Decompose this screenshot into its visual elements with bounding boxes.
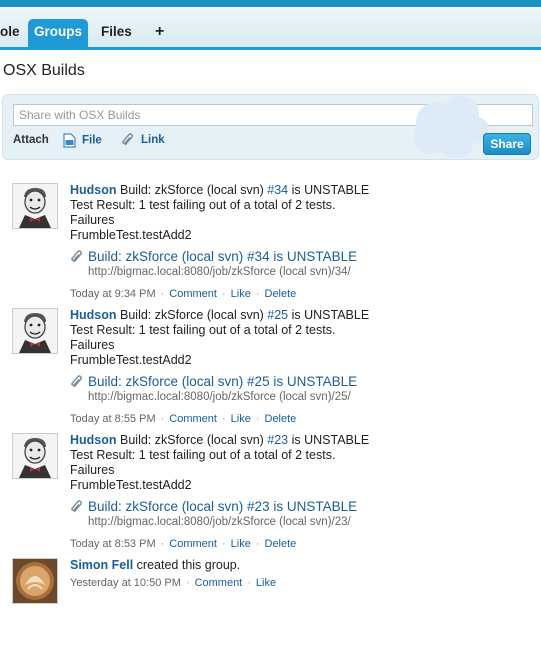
timestamp: Today at 9:34 PM bbox=[70, 288, 156, 300]
author-link[interactable]: Hudson bbox=[70, 433, 117, 447]
separator: · bbox=[255, 288, 260, 300]
attached-link: Build: zkSforce (local svn) #34 is UNSTA… bbox=[70, 249, 530, 279]
attach-file-label: File bbox=[82, 134, 102, 147]
post-failures: Failures bbox=[70, 338, 115, 352]
avatar[interactable] bbox=[12, 308, 58, 354]
share-button[interactable]: Share bbox=[483, 133, 531, 155]
delete-link[interactable]: Delete bbox=[265, 288, 297, 300]
post-meta: Yesterday at 10:50 PM · Comment · Like bbox=[70, 576, 530, 591]
tab-add-button[interactable]: + bbox=[155, 17, 164, 47]
like-link[interactable]: Like bbox=[231, 288, 251, 300]
attach-link-button[interactable]: Link bbox=[121, 133, 165, 147]
comment-link[interactable]: Comment bbox=[169, 288, 217, 300]
paperclip-icon bbox=[71, 375, 82, 388]
file-icon bbox=[63, 133, 76, 148]
attach-label: Attach bbox=[13, 134, 49, 146]
separator: · bbox=[185, 577, 190, 589]
link-title[interactable]: Build: zkSforce (local svn) #34 is UNSTA… bbox=[88, 249, 530, 265]
post-meta: Today at 8:55 PM · Comment · Like · Delete bbox=[70, 412, 530, 427]
author-link[interactable]: Hudson bbox=[70, 183, 117, 197]
post-failures: Failures bbox=[70, 463, 115, 477]
top-bar bbox=[0, 0, 541, 7]
tab-partial[interactable]: ole bbox=[0, 17, 20, 47]
timestamp: Today at 8:53 PM bbox=[70, 538, 156, 550]
butler-avatar-icon bbox=[13, 434, 57, 478]
delete-link[interactable]: Delete bbox=[265, 413, 297, 425]
post-failing-test: FrumbleTest.testAdd2 bbox=[70, 353, 192, 367]
post-test-result: Test Result: 1 test failing out of a tot… bbox=[70, 323, 336, 337]
post-failing-test: FrumbleTest.testAdd2 bbox=[70, 478, 192, 492]
post-meta: Today at 9:34 PM · Comment · Like · Delete bbox=[70, 287, 530, 302]
separator: · bbox=[221, 288, 226, 300]
like-link[interactable]: Like bbox=[231, 538, 251, 550]
tab-bar: ole Groups Files + bbox=[0, 7, 541, 50]
link-url: http://bigmac.local:8080/job/zkSforce (l… bbox=[88, 391, 351, 403]
attach-file-button[interactable]: File bbox=[63, 133, 102, 148]
post-failures: Failures bbox=[70, 213, 115, 227]
like-link[interactable]: Like bbox=[231, 413, 251, 425]
separator: · bbox=[255, 413, 260, 425]
separator: · bbox=[160, 413, 165, 425]
post-failing-test: FrumbleTest.testAdd2 bbox=[70, 228, 192, 242]
latte-art-avatar-icon bbox=[13, 559, 57, 603]
separator: · bbox=[160, 538, 165, 550]
link-title[interactable]: Build: zkSforce (local svn) #25 is UNSTA… bbox=[88, 374, 530, 390]
post-text: created this group. bbox=[133, 558, 241, 572]
link-title[interactable]: Build: zkSforce (local svn) #23 is UNSTA… bbox=[88, 499, 530, 515]
avatar[interactable] bbox=[12, 433, 58, 479]
feed-content: Hudson Build: zkSforce (local svn) #23 i… bbox=[70, 433, 530, 552]
post-line-1: Hudson Build: zkSforce (local svn) #25 i… bbox=[70, 308, 530, 323]
avatar[interactable] bbox=[12, 558, 58, 604]
post-meta: Today at 8:53 PM · Comment · Like · Delete bbox=[70, 537, 530, 552]
post-text: Build: zkSforce (local svn) bbox=[116, 308, 268, 322]
comment-link[interactable]: Comment bbox=[169, 413, 217, 425]
post-status: is UNSTABLE bbox=[288, 433, 370, 447]
separator: · bbox=[247, 577, 251, 589]
attached-link: Build: zkSforce (local svn) #25 is UNSTA… bbox=[70, 374, 530, 404]
attach-link-label: Link bbox=[141, 134, 165, 147]
attached-link: Build: zkSforce (local svn) #23 is UNSTA… bbox=[70, 499, 530, 529]
feed-content: Simon Fell created this group. Yesterday… bbox=[70, 558, 530, 591]
post-test-result: Test Result: 1 test failing out of a tot… bbox=[70, 198, 336, 212]
butler-avatar-icon bbox=[13, 184, 57, 228]
timestamp: Yesterday at 10:50 PM bbox=[70, 577, 181, 589]
butler-avatar-icon bbox=[13, 309, 57, 353]
link-url: http://bigmac.local:8080/job/zkSforce (l… bbox=[88, 516, 351, 528]
feed-content: Hudson Build: zkSforce (local svn) #34 i… bbox=[70, 183, 530, 302]
feed-content: Hudson Build: zkSforce (local svn) #25 i… bbox=[70, 308, 530, 427]
post-test-result: Test Result: 1 test failing out of a tot… bbox=[70, 448, 336, 462]
post-line-1: Simon Fell created this group. bbox=[70, 558, 530, 573]
like-link[interactable]: Like bbox=[256, 577, 276, 589]
cloud-icon bbox=[414, 96, 489, 158]
build-number-link[interactable]: #34 bbox=[267, 183, 288, 197]
timestamp: Today at 8:55 PM bbox=[70, 413, 156, 425]
post-line-1: Hudson Build: zkSforce (local svn) #23 i… bbox=[70, 433, 530, 448]
build-number-link[interactable]: #25 bbox=[267, 308, 288, 322]
delete-link[interactable]: Delete bbox=[265, 538, 297, 550]
separator: · bbox=[255, 538, 260, 550]
separator: · bbox=[160, 288, 165, 300]
separator: · bbox=[221, 413, 226, 425]
page-title: OSX Builds bbox=[3, 62, 85, 79]
comment-link[interactable]: Comment bbox=[195, 577, 243, 589]
author-link[interactable]: Simon Fell bbox=[70, 558, 133, 572]
tab-groups[interactable]: Groups bbox=[28, 19, 88, 47]
post-line-1: Hudson Build: zkSforce (local svn) #34 i… bbox=[70, 183, 530, 198]
post-text: Build: zkSforce (local svn) bbox=[116, 433, 268, 447]
author-link[interactable]: Hudson bbox=[70, 308, 117, 322]
post-status: is UNSTABLE bbox=[288, 308, 370, 322]
tab-files[interactable]: Files bbox=[101, 17, 132, 47]
link-url: http://bigmac.local:8080/job/zkSforce (l… bbox=[88, 266, 351, 278]
avatar[interactable] bbox=[12, 183, 58, 229]
comment-link[interactable]: Comment bbox=[169, 538, 217, 550]
post-text: Build: zkSforce (local svn) bbox=[116, 183, 268, 197]
post-status: is UNSTABLE bbox=[288, 183, 370, 197]
paperclip-icon bbox=[122, 133, 133, 146]
build-number-link[interactable]: #23 bbox=[267, 433, 288, 447]
paperclip-icon bbox=[71, 250, 82, 263]
paperclip-icon bbox=[71, 500, 82, 513]
separator: · bbox=[221, 538, 226, 550]
